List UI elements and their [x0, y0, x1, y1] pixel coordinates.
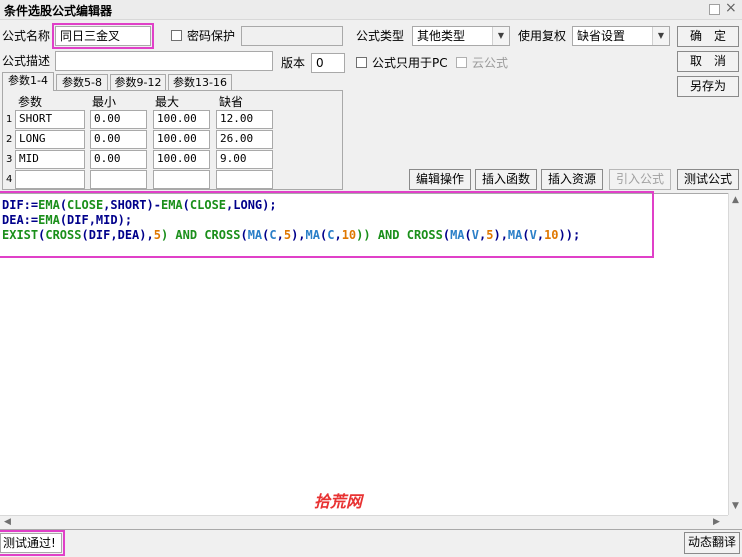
param-max-cell[interactable]: 100.00 [153, 130, 210, 149]
formula-desc-label: 公式描述 [2, 54, 51, 68]
param-max-cell[interactable] [153, 170, 210, 189]
pc-only-label: 公式只用于PC [372, 56, 448, 70]
scroll-left-icon[interactable]: ◀ [4, 517, 11, 527]
param-header-default: 缺省 [219, 95, 244, 109]
param-row-number: 3 [6, 154, 13, 165]
formula-type-value: 其他类型 [417, 29, 466, 43]
param-default-cell[interactable]: 12.00 [216, 110, 273, 129]
version-input[interactable]: 0 [311, 53, 345, 73]
tab-params-1-4[interactable]: 参数1-4 [2, 72, 54, 91]
status-bar [0, 529, 742, 557]
code-highlight-box [0, 191, 654, 258]
formula-name-label: 公式名称 [2, 29, 51, 43]
formula-type-label: 公式类型 [356, 29, 405, 43]
ok-button[interactable]: 确 定 [677, 26, 739, 47]
param-max-cell[interactable]: 100.00 [153, 110, 210, 129]
password-checkbox[interactable] [171, 30, 182, 41]
password-label: 密码保护 [187, 29, 236, 43]
password-input[interactable] [241, 26, 343, 46]
version-label: 版本 [281, 56, 306, 70]
formula-desc-input[interactable] [55, 51, 273, 71]
restore-value: 缺省设置 [577, 29, 626, 43]
insert-resource-button[interactable]: 插入资源 [541, 169, 603, 190]
param-row-number: 4 [6, 174, 13, 185]
pc-only-checkbox[interactable] [356, 57, 367, 68]
dynamic-translate-button[interactable]: 动态翻译 [684, 532, 740, 554]
param-default-cell[interactable]: 26.00 [216, 130, 273, 149]
watermark: 拾荒网 [314, 492, 363, 511]
scroll-up-icon[interactable]: ▲ [732, 195, 739, 205]
formula-name-input[interactable]: 同日三金叉 [52, 23, 154, 49]
param-row-number: 2 [6, 134, 13, 145]
param-row-number: 1 [6, 114, 13, 125]
chevron-down-icon[interactable]: ▼ [492, 27, 509, 45]
status-message: 测试通过! [0, 530, 65, 556]
chevron-down-icon[interactable]: ▼ [652, 27, 669, 45]
param-min-cell[interactable]: 0.00 [90, 110, 147, 129]
tab-params-5-8[interactable]: 参数5-8 [56, 74, 108, 91]
param-header-min: 最小 [92, 95, 117, 109]
param-header-name: 参数 [18, 95, 43, 109]
tab-params-13-16[interactable]: 参数13-16 [168, 74, 232, 91]
window-title: 条件选股公式编辑器 [4, 4, 113, 18]
cloud-label: 云公式 [472, 56, 509, 70]
formula-type-select[interactable]: 其他类型 ▼ [412, 26, 510, 46]
param-name-cell[interactable]: MID [15, 150, 85, 169]
scroll-right-icon[interactable]: ▶ [713, 517, 720, 527]
maximize-icon[interactable] [709, 4, 720, 15]
save-as-button[interactable]: 另存为 [677, 76, 739, 97]
param-default-cell[interactable]: 9.00 [216, 150, 273, 169]
param-min-cell[interactable]: 0.00 [90, 150, 147, 169]
param-name-cell[interactable]: SHORT [15, 110, 85, 129]
close-icon[interactable]: × [725, 0, 737, 16]
test-formula-button[interactable]: 测试公式 [677, 169, 739, 190]
param-max-cell[interactable]: 100.00 [153, 150, 210, 169]
param-header-max: 最大 [155, 95, 180, 109]
edit-operations-button[interactable]: 编辑操作 [409, 169, 471, 190]
horizontal-scrollbar[interactable]: ◀ ▶ [0, 515, 728, 529]
param-name-cell[interactable]: LONG [15, 130, 85, 149]
import-formula-button[interactable]: 引入公式 [609, 169, 671, 190]
tab-params-9-12[interactable]: 参数9-12 [110, 74, 166, 91]
cancel-button[interactable]: 取 消 [677, 51, 739, 72]
insert-function-button[interactable]: 插入函数 [475, 169, 537, 190]
scroll-down-icon[interactable]: ▼ [732, 501, 739, 511]
param-default-cell[interactable] [216, 170, 273, 189]
param-min-cell[interactable] [90, 170, 147, 189]
vertical-scrollbar[interactable]: ▲ ▼ [728, 193, 742, 515]
restore-label: 使用复权 [518, 29, 567, 43]
param-name-cell[interactable] [15, 170, 85, 189]
param-min-cell[interactable]: 0.00 [90, 130, 147, 149]
cloud-checkbox[interactable] [456, 57, 467, 68]
restore-select[interactable]: 缺省设置 ▼ [572, 26, 670, 46]
